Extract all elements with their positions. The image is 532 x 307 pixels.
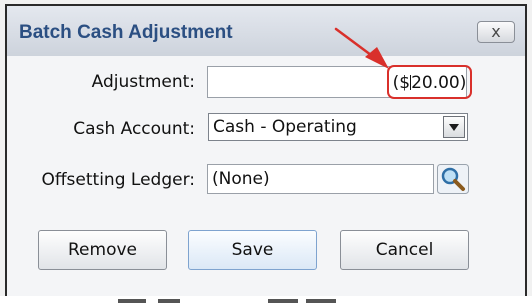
cash-account-value: Cash - Operating (213, 117, 357, 137)
cancel-button[interactable]: Cancel (340, 230, 469, 270)
chevron-down-icon[interactable] (443, 116, 465, 138)
offsetting-ledger-value: (None) (212, 169, 270, 189)
save-button[interactable]: Save (188, 230, 317, 270)
cash-account-select[interactable]: Cash - Operating (208, 113, 468, 141)
magnifier-icon[interactable] (437, 164, 469, 194)
remove-button[interactable]: Remove (38, 230, 167, 270)
background-strip (0, 296, 532, 307)
cash-account-label: Cash Account: (73, 119, 195, 139)
offsetting-ledger-input[interactable]: (None) (207, 164, 434, 194)
offsetting-ledger-label: Offsetting Ledger: (41, 170, 195, 190)
